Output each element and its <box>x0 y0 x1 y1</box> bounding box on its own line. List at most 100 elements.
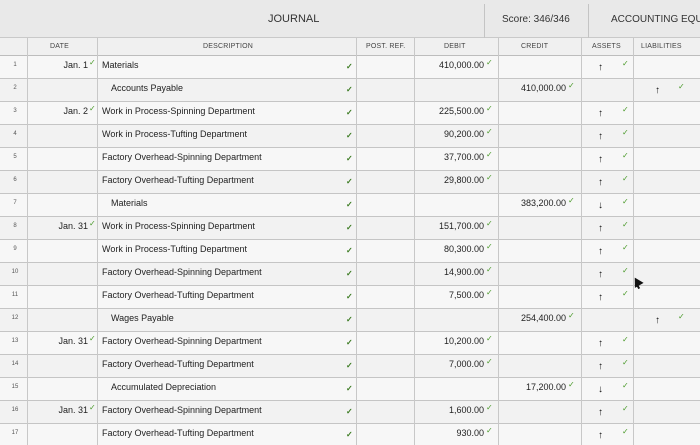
debit-cell[interactable]: 7,000.00 <box>416 359 484 369</box>
arrow-up-icon[interactable]: ↑ <box>598 224 603 234</box>
post-ref-checkmark-icon[interactable]: ✓ <box>346 431 353 439</box>
debit-cell[interactable]: 90,200.00 <box>416 129 484 139</box>
description-cell[interactable]: Wages Payable <box>111 313 174 323</box>
row-number: 1 <box>13 62 17 68</box>
credit-cell[interactable]: 383,200.00 <box>500 198 566 208</box>
post-ref-checkmark-icon[interactable]: ✓ <box>346 63 353 71</box>
description-cell[interactable]: Accumulated Depreciation <box>111 382 216 392</box>
table-row: 3 Jan. 2 ✓ Work in Process-Spinning Departm… <box>0 102 700 125</box>
table-row: 13 Jan. 31 ✓ Factory Overhead-Spinning Depa… <box>0 332 700 355</box>
date-cell[interactable]: Jan. 31 <box>44 221 88 231</box>
date-cell[interactable]: Jan. 31 <box>44 336 88 346</box>
debit-cell[interactable]: 80,300.00 <box>416 244 484 254</box>
arrow-up-icon[interactable]: ↑ <box>655 86 660 96</box>
description-cell[interactable]: Factory Overhead-Tufting Department <box>102 175 254 185</box>
arrow-up-icon[interactable]: ↑ <box>598 109 603 119</box>
checkmark-icon: ✓ <box>486 104 493 113</box>
post-ref-checkmark-icon[interactable]: ✓ <box>346 339 353 347</box>
description-cell[interactable]: Factory Overhead-Spinning Department <box>102 336 262 346</box>
checkmark-icon: ✓ <box>622 289 629 298</box>
title-bar: JOURNAL Score: 346/346 ACCOUNTING EQUAT <box>0 0 700 38</box>
description-cell[interactable]: Factory Overhead-Tufting Department <box>102 290 254 300</box>
description-cell[interactable]: Factory Overhead-Spinning Department <box>102 405 262 415</box>
checkmark-icon: ✓ <box>622 358 629 367</box>
description-cell[interactable]: Factory Overhead-Tufting Department <box>102 428 254 438</box>
checkmark-icon: ✓ <box>486 403 493 412</box>
description-cell[interactable]: Materials <box>102 60 139 70</box>
checkmark-icon: ✓ <box>486 58 493 67</box>
post-ref-checkmark-icon[interactable]: ✓ <box>346 385 353 393</box>
arrow-up-icon[interactable]: ↑ <box>598 63 603 73</box>
description-cell[interactable]: Factory Overhead-Tufting Department <box>102 359 254 369</box>
credit-cell[interactable]: 254,400.00 <box>500 313 566 323</box>
description-cell[interactable]: Work in Process-Spinning Department <box>102 221 255 231</box>
post-ref-checkmark-icon[interactable]: ✓ <box>346 270 353 278</box>
checkmark-icon: ✓ <box>486 334 493 343</box>
checkmark-icon: ✓ <box>622 220 629 229</box>
post-ref-checkmark-icon[interactable]: ✓ <box>346 201 353 209</box>
debit-cell[interactable]: 1,600.00 <box>416 405 484 415</box>
arrow-up-icon[interactable]: ↑ <box>655 316 660 326</box>
post-ref-checkmark-icon[interactable]: ✓ <box>346 247 353 255</box>
post-ref-checkmark-icon[interactable]: ✓ <box>346 362 353 370</box>
row-number: 9 <box>13 246 17 252</box>
description-cell[interactable]: Work in Process-Spinning Department <box>102 106 255 116</box>
checkmark-icon: ✓ <box>622 128 629 137</box>
post-ref-checkmark-icon[interactable]: ✓ <box>346 109 353 117</box>
description-cell[interactable]: Materials <box>111 198 148 208</box>
table-row: 12 Wages Payable ✓ 254,400.00 ✓ ↑ ✓ <box>0 309 700 332</box>
description-cell[interactable]: Accounts Payable <box>111 83 183 93</box>
debit-cell[interactable]: 151,700.00 <box>416 221 484 231</box>
debit-cell[interactable]: 10,200.00 <box>416 336 484 346</box>
post-ref-checkmark-icon[interactable]: ✓ <box>346 86 353 94</box>
debit-cell[interactable]: 37,700.00 <box>416 152 484 162</box>
arrow-up-icon[interactable]: ↑ <box>598 362 603 372</box>
date-cell[interactable]: Jan. 2 <box>44 106 88 116</box>
arrow-up-icon[interactable]: ↑ <box>598 247 603 257</box>
description-cell[interactable]: Work in Process-Tufting Department <box>102 129 247 139</box>
journal-grid: DATE DESCRIPTION POST. REF. DEBIT CREDIT… <box>0 38 700 445</box>
arrow-up-icon[interactable]: ↑ <box>598 178 603 188</box>
credit-cell[interactable]: 17,200.00 <box>500 382 566 392</box>
description-cell[interactable]: Factory Overhead-Spinning Department <box>102 267 262 277</box>
journal-worksheet: JOURNAL Score: 346/346 ACCOUNTING EQUAT … <box>0 0 700 445</box>
post-ref-checkmark-icon[interactable]: ✓ <box>346 224 353 232</box>
post-ref-checkmark-icon[interactable]: ✓ <box>346 178 353 186</box>
credit-cell[interactable]: 410,000.00 <box>500 83 566 93</box>
debit-cell[interactable]: 930.00 <box>416 428 484 438</box>
debit-cell[interactable]: 14,900.00 <box>416 267 484 277</box>
table-row: 16 Jan. 31 ✓ Factory Overhead-Spinning Depa… <box>0 401 700 424</box>
arrow-down-icon[interactable]: ↓ <box>598 385 603 395</box>
post-ref-checkmark-icon[interactable]: ✓ <box>346 293 353 301</box>
date-cell[interactable]: Jan. 31 <box>44 405 88 415</box>
arrow-up-icon[interactable]: ↑ <box>598 132 603 142</box>
divider <box>484 4 485 38</box>
debit-cell[interactable]: 225,500.00 <box>416 106 484 116</box>
description-cell[interactable]: Factory Overhead-Spinning Department <box>102 152 262 162</box>
arrow-up-icon[interactable]: ↑ <box>598 270 603 280</box>
table-row: 2 Accounts Payable ✓ 410,000.00 ✓ ↑ ✓ <box>0 79 700 102</box>
post-ref-checkmark-icon[interactable]: ✓ <box>346 155 353 163</box>
checkmark-icon: ✓ <box>568 196 575 205</box>
row-number: 7 <box>13 200 17 206</box>
post-ref-checkmark-icon[interactable]: ✓ <box>346 408 353 416</box>
debit-cell[interactable]: 29,800.00 <box>416 175 484 185</box>
arrow-up-icon[interactable]: ↑ <box>598 339 603 349</box>
arrow-up-icon[interactable]: ↑ <box>598 155 603 165</box>
row-number: 5 <box>13 154 17 160</box>
arrow-down-icon[interactable]: ↓ <box>598 201 603 211</box>
post-ref-checkmark-icon[interactable]: ✓ <box>346 316 353 324</box>
post-ref-checkmark-icon[interactable]: ✓ <box>346 132 353 140</box>
date-cell[interactable]: Jan. 1 <box>44 60 88 70</box>
row-number: 10 <box>11 269 19 275</box>
arrow-up-icon[interactable]: ↑ <box>598 408 603 418</box>
row-number: 2 <box>13 85 17 91</box>
description-cell[interactable]: Work in Process-Tufting Department <box>102 244 247 254</box>
row-number: 17 <box>11 430 19 436</box>
checkmark-icon: ✓ <box>622 266 629 275</box>
arrow-up-icon[interactable]: ↑ <box>598 293 603 303</box>
debit-cell[interactable]: 7,500.00 <box>416 290 484 300</box>
arrow-up-icon[interactable]: ↑ <box>598 431 603 441</box>
checkmark-icon: ✓ <box>622 381 629 390</box>
debit-cell[interactable]: 410,000.00 <box>416 60 484 70</box>
